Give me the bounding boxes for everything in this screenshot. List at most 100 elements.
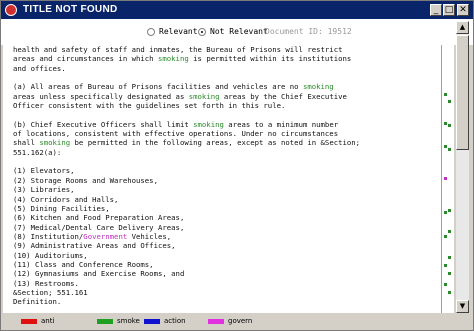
text-line: (8) Institution/Government Vehicles,	[13, 232, 439, 241]
legend-swatch	[21, 319, 37, 324]
text-line: (7) Medical/Dental Care Delivery Areas,	[13, 223, 439, 232]
document-body: health and safety of staff and inmates, …	[13, 45, 439, 313]
text-segment: is permitted within its institutions	[188, 54, 352, 64]
text-line: Officer consistent with the guidelines s…	[13, 101, 439, 110]
legend-label: govern	[228, 317, 253, 325]
text-segment: (6) Kitchen and Food Preparation Areas,	[13, 213, 185, 223]
text-segment: of locations, consistent with effective …	[13, 129, 339, 139]
text-segment: health and safety of staff and inmates, …	[13, 45, 343, 54]
close-button[interactable]: ✕	[457, 4, 469, 16]
text-line: (11) Class and Conference Rooms,	[13, 260, 439, 269]
text-line	[13, 110, 439, 119]
smoke-highlight: smoking	[188, 91, 220, 101]
text-segment: shall	[13, 138, 40, 148]
smoke-highlight: smoking	[157, 54, 189, 64]
highlight-overview-strip	[442, 45, 454, 313]
highlight-marker[interactable]	[444, 235, 447, 238]
highlight-marker[interactable]	[448, 291, 451, 294]
text-line: health and safety of staff and inmates, …	[13, 45, 439, 54]
text-segment: areas and circumstances in which	[13, 54, 158, 64]
text-line: areas and circumstances in which smoking…	[13, 54, 439, 63]
legend-label: smoke	[117, 317, 140, 325]
highlight-marker[interactable]	[448, 272, 451, 275]
text-segment: (5) Dining Facilities,	[13, 203, 110, 213]
vertical-scrollbar[interactable]: ▲ ▼	[456, 21, 469, 313]
smoke-highlight: smoking	[39, 138, 71, 148]
text-segment: (3) Libraries,	[13, 185, 75, 195]
text-line: (6) Kitchen and Food Preparation Areas,	[13, 213, 439, 222]
relevant-radio[interactable]	[147, 28, 155, 36]
text-line: &Section; 551.161	[13, 288, 439, 297]
legend-swatch	[97, 319, 113, 324]
text-line	[13, 307, 439, 313]
document-text-area[interactable]: health and safety of staff and inmates, …	[3, 45, 442, 313]
title-bar[interactable]: TITLE NOT FOUND _ □ ✕	[1, 1, 473, 19]
minimize-button[interactable]: _	[430, 4, 442, 16]
text-line: (9) Administrative Areas and Offices,	[13, 241, 439, 250]
highlight-marker[interactable]	[448, 148, 451, 151]
legend-label: anti	[41, 317, 55, 325]
text-segment: (12) Gymnasiums and Exercise Rooms, and	[13, 269, 185, 279]
highlight-marker[interactable]	[444, 177, 447, 180]
text-segment: (4) Corridors and Halls,	[13, 194, 119, 204]
relevant-label[interactable]: Relevant	[159, 26, 198, 38]
not-relevant-label[interactable]: Not Relevant	[210, 26, 268, 38]
text-segment: areas to a minimum number	[223, 119, 339, 129]
text-segment: areas unless specifically designated as	[13, 91, 189, 101]
highlight-marker[interactable]	[448, 209, 451, 212]
highlight-marker[interactable]	[448, 230, 451, 233]
scroll-down-button[interactable]: ▼	[456, 300, 469, 313]
text-segment: (13) Restrooms.	[13, 278, 79, 288]
text-segment: (b) Chief Executive Officers shall limit	[13, 119, 194, 129]
text-segment: (11) Class and Conference Rooms,	[13, 259, 154, 269]
text-line: 551.162(a):	[13, 148, 439, 157]
text-line: (13) Restrooms.	[13, 279, 439, 288]
text-segment: Officer consistent with the guidelines s…	[13, 101, 286, 111]
text-segment: (2) Storage Rooms and Warehouses,	[13, 175, 158, 185]
text-segment: (1) Elevators,	[13, 166, 75, 176]
highlight-marker[interactable]	[444, 93, 447, 96]
text-segment: areas by the Chief Executive	[219, 91, 347, 101]
text-line: of locations, consistent with effective …	[13, 129, 439, 138]
highlight-marker[interactable]	[444, 283, 447, 286]
maximize-button[interactable]: □	[443, 4, 455, 16]
not-relevant-option[interactable]: Not Relevant	[198, 26, 268, 40]
highlight-marker[interactable]	[444, 211, 447, 214]
highlight-marker[interactable]	[448, 256, 451, 259]
highlight-legend: anti smoke action govern	[1, 314, 473, 330]
text-line: (10) Auditoriums,	[13, 251, 439, 260]
smoke-highlight: smoking	[302, 82, 334, 92]
text-segment: 551.162(a):	[13, 147, 62, 157]
text-line: (4) Corridors and Halls,	[13, 195, 439, 204]
document-viewer-window: TITLE NOT FOUND _ □ ✕ Relevant Not Relev…	[0, 0, 474, 331]
text-segment: Definition.	[13, 297, 62, 307]
text-segment: (9) Administrative Areas and Offices,	[13, 241, 176, 251]
text-segment: be permitted in the following areas, exc…	[70, 138, 361, 148]
document-id: Document ID: 19512	[265, 27, 352, 36]
highlight-marker[interactable]	[444, 122, 447, 125]
highlight-marker[interactable]	[444, 145, 447, 148]
text-line: (b) Chief Executive Officers shall limit…	[13, 120, 439, 129]
text-line: areas unless specifically designated as …	[13, 92, 439, 101]
highlight-marker[interactable]	[444, 264, 447, 267]
text-segment: (10) Auditoriums,	[13, 250, 88, 260]
legend-swatch	[144, 319, 160, 324]
text-line: shall smoking be permitted in the follow…	[13, 138, 439, 147]
legend-swatch	[208, 319, 224, 324]
not-relevant-radio[interactable]	[198, 28, 206, 36]
text-line	[13, 73, 439, 82]
legend-label: action	[164, 317, 186, 325]
text-line: (12) Gymnasiums and Exercise Rooms, and	[13, 269, 439, 278]
text-segment: (a) All areas of Bureau of Prisons facil…	[13, 82, 303, 92]
scroll-thumb[interactable]	[456, 35, 469, 150]
highlight-marker[interactable]	[448, 124, 451, 127]
govern-highlight: Government	[83, 231, 128, 241]
text-line: (1) Elevators,	[13, 166, 439, 175]
text-line: (5) Dining Facilities,	[13, 204, 439, 213]
text-line: (a) All areas of Bureau of Prisons facil…	[13, 82, 439, 91]
highlight-marker[interactable]	[448, 100, 451, 103]
window-title: TITLE NOT FOUND	[23, 4, 118, 15]
text-segment: &Section; 551.161	[13, 287, 88, 297]
text-segment: (7) Medical/Dental Care Delivery Areas,	[13, 222, 185, 232]
scroll-up-button[interactable]: ▲	[456, 21, 469, 34]
